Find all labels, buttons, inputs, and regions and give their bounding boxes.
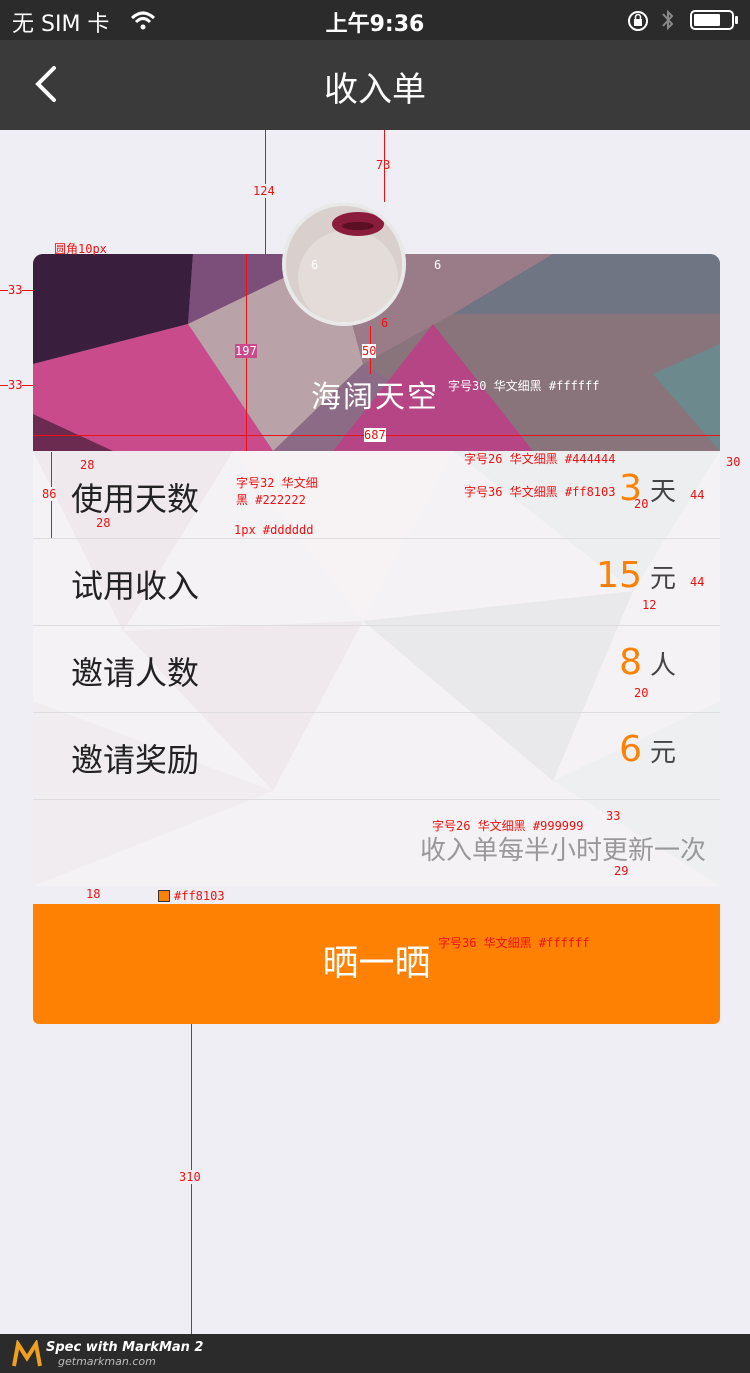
measure-label: 73 [376,158,391,172]
bluetooth-icon [662,9,674,31]
row-invite-count: 邀请人数 8人 [33,626,720,713]
measure-label: 687 [364,428,386,442]
measure-label: 310 [179,1170,201,1184]
row-unit: 天 [649,477,676,507]
measure-label: 28 [80,458,95,472]
share-button[interactable]: 晒一晒 [33,904,720,1024]
nav-bar: 收入单 [0,40,750,130]
footer-site: getmarkman.com [58,1355,156,1368]
measure-label: 20 [634,497,649,511]
rotation-lock-icon [628,11,648,31]
font-note: 字号30 华文细黑 #ffffff [448,379,600,393]
font-note: 字号36 华文细黑 #ff8103 [464,485,616,499]
measure-label: 18 [86,887,101,901]
update-note: 收入单每半小时更新一次 [419,836,706,866]
row-value: 8 [619,642,642,683]
divider-note: 1px #dddddd [234,523,314,537]
measure-label: 12 [642,598,657,612]
row-invite-reward: 邀请奖励 6元 [33,713,720,800]
measure-label: 30 [726,455,741,469]
username: 海阔天空 [311,380,439,415]
row-label: 使用天数 [71,480,200,518]
markman-logo-icon [12,1340,42,1367]
measure-label: 124 [253,184,275,198]
font-note: 字号36 华文细黑 #ffffff [438,936,590,950]
color-swatch [158,890,170,902]
measure-label: 28 [96,516,111,530]
footer-brand: Spec with MarkMan 2 [46,1340,204,1355]
measure-label: 6 [311,258,319,272]
row-trial-income: 试用收入 15 元 [33,539,720,626]
row-value: 15 [596,555,642,596]
measure-label: 29 [614,864,629,878]
radius-note: 圆角10px [54,242,107,256]
font-note: 字号32 华文细黑 #222222 [236,476,318,507]
avatar [282,202,406,326]
measure-label: 6 [381,316,389,330]
page-title: 收入单 [324,70,426,110]
row-label: 邀请奖励 [71,741,200,779]
measure-label: 197 [235,344,257,358]
row-unit: 元 [649,564,676,594]
avatar-photo [286,206,402,322]
measure-label: 44 [690,488,705,502]
measure-label: 86 [42,487,57,501]
row-unit: 元 [649,738,676,768]
font-note: 字号26 华文细黑 #444444 [464,452,616,466]
status-bar: 无 SIM 卡 上午9:36 [0,0,750,40]
color-note: #ff8103 [174,889,225,903]
row-label: 邀请人数 [71,654,200,692]
measure-label: 44 [690,575,705,589]
measure-label: 50 [362,344,377,358]
row-label: 试用收入 [71,567,200,605]
measure-label: 33 [8,378,23,392]
measure-label: 33 [8,283,23,297]
row-usage-days: 使用天数 3天 [33,452,720,539]
row-value: 6 [619,729,642,770]
measure-label: 6 [434,258,442,272]
measure-label: 33 [606,809,621,823]
row-unit: 人 [649,651,676,681]
markman-footer: Spec with MarkMan 2 getmarkman.com [0,1334,750,1373]
measure-label: 20 [634,686,649,700]
battery-icon [690,10,738,30]
font-note: 字号26 华文细黑 #999999 [432,819,584,833]
